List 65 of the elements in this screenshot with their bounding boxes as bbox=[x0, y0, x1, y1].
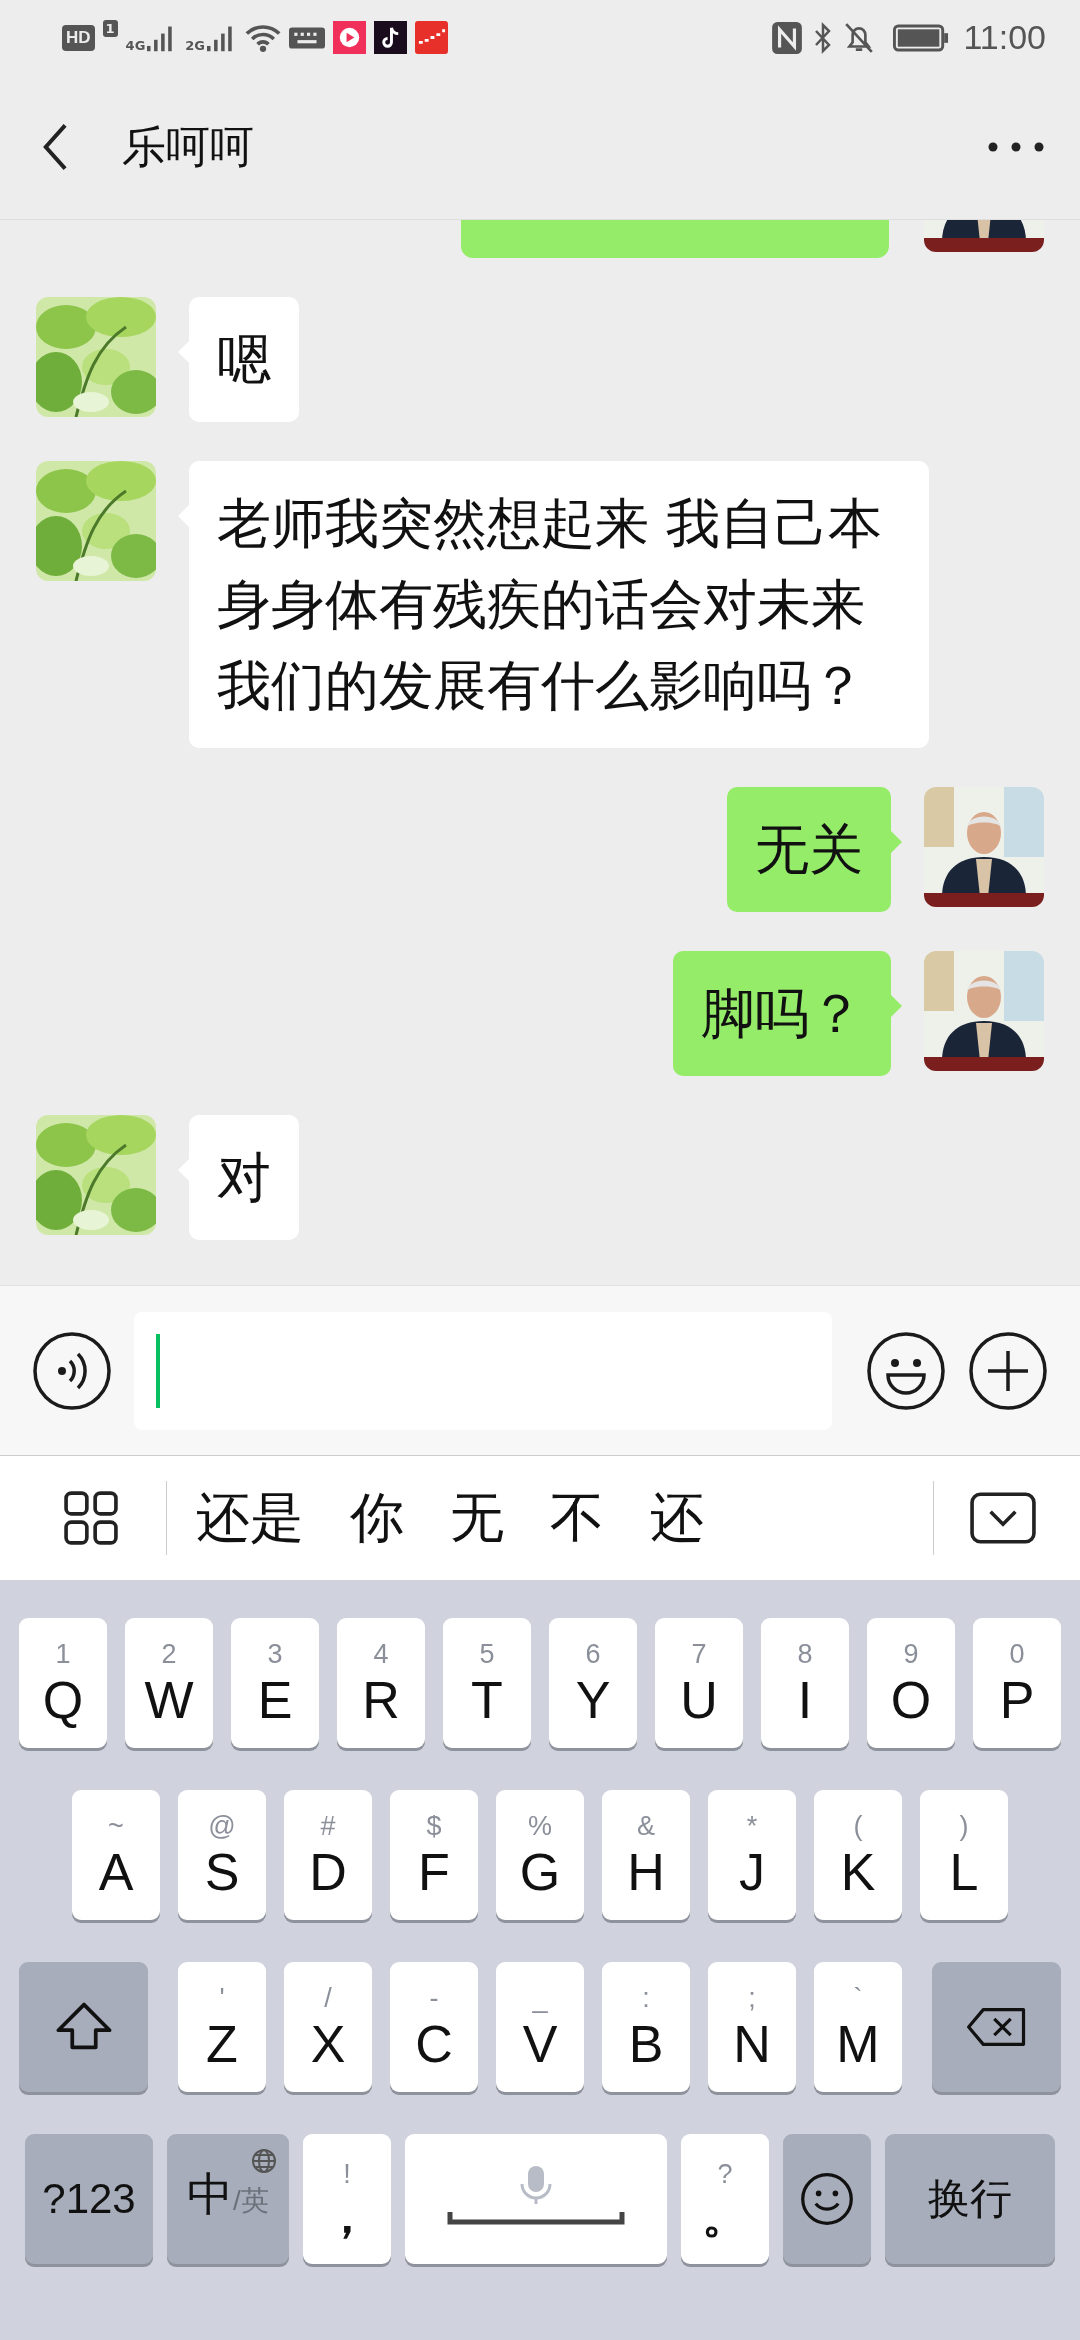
candidate-word[interactable]: 还 bbox=[647, 1481, 707, 1555]
keyboard-key[interactable]: # D bbox=[284, 1790, 372, 1920]
keyboard-key[interactable]: 4 R bbox=[337, 1618, 425, 1748]
message-bubble: 无关 bbox=[727, 787, 891, 912]
keyboard-key[interactable]: 0 P bbox=[973, 1618, 1061, 1748]
keyboard-key[interactable]: : B bbox=[602, 1962, 690, 2092]
keyboard-key[interactable]: 9 O bbox=[867, 1618, 955, 1748]
bubble-tail bbox=[891, 995, 902, 1017]
bubble-tail bbox=[891, 831, 902, 853]
keyboard-key[interactable]: ) L bbox=[920, 1790, 1008, 1920]
network-type: 2G bbox=[185, 38, 206, 53]
more-icon[interactable] bbox=[988, 142, 1044, 152]
clock-time: 11:00 bbox=[963, 18, 1046, 57]
candidate-word[interactable]: 不 bbox=[547, 1481, 607, 1555]
keyboard-key[interactable]: ~ A bbox=[72, 1790, 160, 1920]
keyboard-key[interactable]: ( K bbox=[814, 1790, 902, 1920]
keyboard-key[interactable]: 7 U bbox=[655, 1618, 743, 1748]
keyboard-key[interactable]: 6 Y bbox=[549, 1618, 637, 1748]
plus-icon[interactable] bbox=[968, 1330, 1048, 1411]
sim-number: 1 bbox=[102, 20, 118, 37]
delete-key[interactable] bbox=[932, 1962, 1061, 2092]
keyboard-key[interactable]: ; N bbox=[708, 1962, 796, 2092]
keyboard-key[interactable]: $ F bbox=[390, 1790, 478, 1920]
music-note-app-icon bbox=[374, 21, 408, 54]
collapse-icon[interactable] bbox=[970, 1492, 1036, 1544]
video-app-icon bbox=[333, 21, 367, 54]
message-bubble: 脚吗？ bbox=[673, 951, 891, 1076]
punctuation-key[interactable]: ? 。 bbox=[681, 2134, 769, 2264]
keyboard-key[interactable]: & H bbox=[602, 1790, 690, 1920]
message-input[interactable] bbox=[134, 1311, 832, 1430]
message-bubble: 嗯 bbox=[189, 297, 299, 422]
keyboard-key[interactable]: 3 E bbox=[231, 1618, 319, 1748]
shift-key[interactable] bbox=[19, 1962, 148, 2092]
globe-icon bbox=[251, 2148, 277, 2174]
symbols-key[interactable]: ?123 bbox=[25, 2134, 153, 2264]
chat-title: 乐呵呵 bbox=[122, 119, 255, 174]
keyboard-key[interactable]: * J bbox=[708, 1790, 796, 1920]
candidate-word[interactable]: 还是 bbox=[193, 1481, 307, 1555]
keyboard-key[interactable]: 5 T bbox=[443, 1618, 531, 1748]
keyboard-key[interactable]: 8 I bbox=[761, 1618, 849, 1748]
battery-icon bbox=[893, 23, 950, 52]
stock-chart-app-icon bbox=[415, 21, 449, 54]
enter-key[interactable]: 换行 bbox=[885, 2134, 1055, 2264]
voice-icon[interactable] bbox=[32, 1330, 112, 1411]
keyboard-key[interactable]: @ S bbox=[178, 1790, 266, 1920]
punctuation-key[interactable]: ! ， bbox=[303, 2134, 391, 2264]
keyboard-key[interactable]: _ V bbox=[496, 1962, 584, 2092]
language-key[interactable]: 中/英 bbox=[167, 2134, 289, 2264]
message-bubble: 对 bbox=[189, 1115, 299, 1240]
apps-grid-icon[interactable] bbox=[64, 1491, 118, 1545]
keyboard-key[interactable]: / X bbox=[284, 1962, 372, 2092]
emoji-icon[interactable] bbox=[866, 1330, 946, 1411]
space-key[interactable] bbox=[405, 2134, 667, 2264]
candidate-word[interactable]: 你 bbox=[347, 1481, 407, 1555]
keyboard-key[interactable]: ` M bbox=[814, 1962, 902, 2092]
message-bubble: 老师我突然想起来 我自己本身身体有残疾的话会对未来我们的发展有什么影响吗？ bbox=[189, 461, 929, 748]
network-type: 4G bbox=[125, 38, 146, 53]
emoji-key[interactable] bbox=[783, 2134, 871, 2264]
keyboard-key[interactable]: ' Z bbox=[178, 1962, 266, 2092]
candidate-word[interactable]: 无 bbox=[447, 1481, 507, 1555]
keyboard-key[interactable]: % G bbox=[496, 1790, 584, 1920]
keyboard-key[interactable]: - C bbox=[390, 1962, 478, 2092]
keyboard-key[interactable]: 1 Q bbox=[19, 1618, 107, 1748]
keyboard-key[interactable]: 2 W bbox=[125, 1618, 213, 1748]
hd-badge: HD bbox=[62, 24, 95, 51]
